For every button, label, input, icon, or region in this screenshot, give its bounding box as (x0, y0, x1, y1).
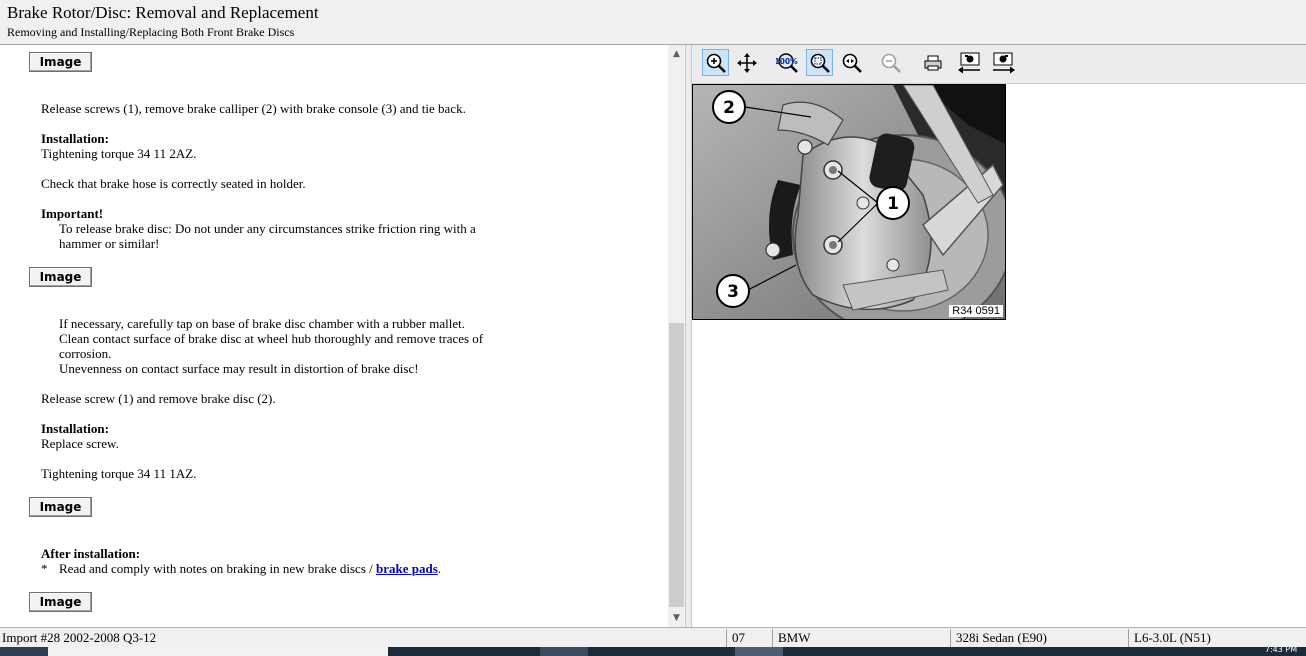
step-text: Release screw (1) and remove brake disc … (41, 391, 276, 406)
status-make: BMW (778, 630, 811, 645)
image-button-3[interactable]: Image (29, 497, 92, 517)
pane-splitter[interactable] (685, 45, 692, 627)
step-text: Replace screw. (41, 436, 119, 451)
document-header: Brake Rotor/Disc: Removal and Replacemen… (0, 0, 1306, 45)
previous-image-icon[interactable] (956, 49, 983, 76)
brake-pads-link[interactable]: brake pads (376, 561, 438, 576)
next-image-icon[interactable] (989, 49, 1016, 76)
figure-code: R34 0591 (949, 305, 1003, 317)
taskbar-search-box[interactable] (48, 647, 388, 656)
zoom-fit-icon[interactable] (806, 49, 833, 76)
after-installation-sentence: Read and comply with notes on braking in… (59, 561, 373, 576)
print-icon[interactable] (919, 49, 946, 76)
status-divider (772, 629, 773, 647)
installation-heading: Installation: (41, 421, 109, 436)
scroll-down-arrow-icon[interactable]: ▼ (668, 611, 685, 625)
vertical-scrollbar[interactable]: ▲ ▼ (668, 45, 685, 627)
note-text: Unevenness on contact surface may result… (59, 361, 419, 376)
bullet-marker: * (41, 561, 48, 576)
note-text: Clean contact surface of brake disc at w… (59, 331, 484, 346)
callout-1: 1 (887, 194, 899, 214)
status-divider (726, 629, 727, 647)
scroll-thumb[interactable] (669, 323, 684, 607)
image-button-4[interactable]: Image (29, 592, 92, 612)
important-text: hammer or similar! (59, 236, 160, 251)
image-button-2[interactable]: Image (29, 267, 92, 287)
callout-2: 2 (723, 98, 735, 118)
start-button[interactable] (0, 647, 48, 656)
after-installation-text: Read and comply with notes on braking in… (59, 561, 441, 576)
page-title: Brake Rotor/Disc: Removal and Replacemen… (7, 3, 319, 22)
zoom-out-icon[interactable] (838, 49, 865, 76)
status-divider (950, 629, 951, 647)
status-model: 328i Sedan (E90) (956, 630, 1047, 645)
step-text: Check that brake hose is correctly seate… (41, 176, 306, 191)
status-bar: Import #28 2002-2008 Q3-12 07 BMW 328i S… (0, 627, 1306, 648)
zoom-100-label: 100% (776, 57, 798, 66)
important-heading: Important! (41, 206, 104, 221)
page-subtitle: Removing and Installing/Replacing Both F… (7, 25, 295, 39)
sentence-period: . (437, 561, 442, 576)
torque-text: Tightening torque 34 11 2AZ. (41, 146, 197, 161)
status-divider (1128, 629, 1129, 647)
torque-text: Tightening torque 34 11 1AZ. (41, 466, 197, 481)
image-viewer-pane: 100% 2 1 3 R34 0591 (692, 45, 1306, 627)
after-installation-heading: After installation: (41, 546, 141, 561)
brake-assembly-illustration[interactable]: 2 1 3 R34 0591 (692, 84, 1006, 320)
image-toolbar: 100% (692, 45, 1306, 84)
taskbar-app-icon[interactable] (540, 647, 588, 656)
status-import: Import #28 2002-2008 Q3-12 (2, 630, 157, 645)
taskbar-clock: 7:43 PM (1264, 647, 1298, 654)
step-text: Release screws (1), remove brake callipe… (41, 101, 466, 116)
status-engine: L6-3.0L (N51) (1134, 630, 1211, 645)
callout-3: 3 (727, 282, 739, 302)
zoom-out-disabled-icon (877, 49, 904, 76)
image-button-1[interactable]: Image (29, 52, 92, 72)
procedure-text-pane[interactable]: Image Release screws (1), remove brake c… (0, 45, 668, 627)
important-text: To release brake disc: Do not under any … (59, 221, 476, 236)
zoom-in-icon[interactable] (702, 49, 729, 76)
windows-taskbar: 7:43 PM (0, 647, 1306, 656)
note-text: corrosion. (59, 346, 112, 361)
pan-icon[interactable] (733, 49, 760, 76)
zoom-100-icon[interactable]: 100% (774, 49, 801, 76)
note-text: If necessary, carefully tap on base of b… (59, 316, 465, 331)
installation-heading: Installation: (41, 131, 109, 146)
taskbar-app-icon[interactable] (735, 647, 783, 656)
status-code: 07 (732, 630, 745, 645)
scroll-up-arrow-icon[interactable]: ▲ (668, 47, 685, 61)
